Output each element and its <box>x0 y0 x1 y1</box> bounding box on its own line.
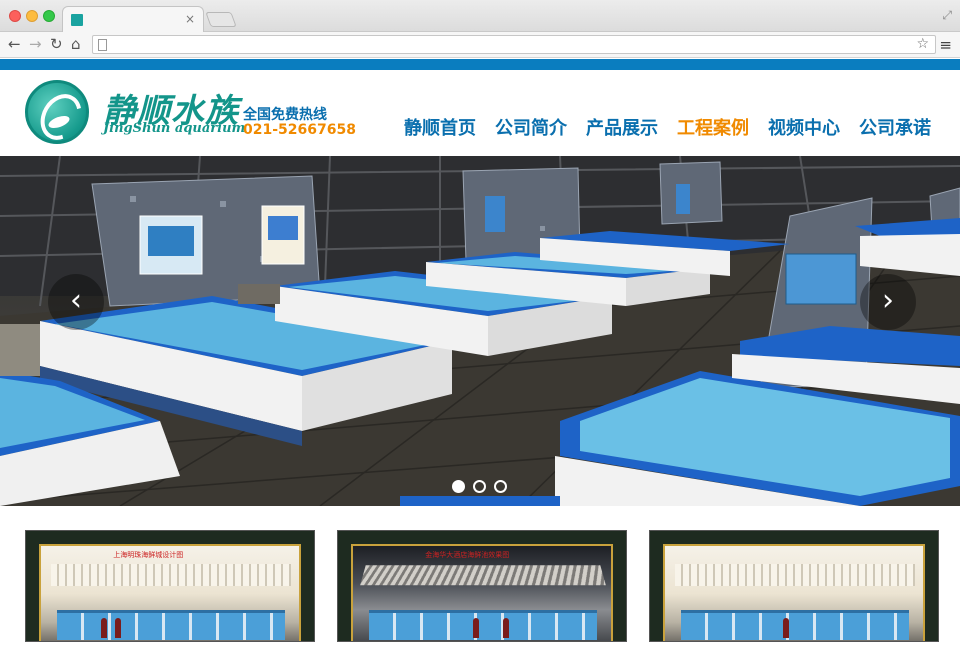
top-accent-bar <box>0 59 960 70</box>
case-image-2: 金海华大酒店海鲜池效果图 <box>351 544 613 641</box>
nav-about[interactable]: 公司简介 <box>495 114 567 140</box>
new-tab-button[interactable] <box>205 12 237 27</box>
person-graphic <box>473 618 479 638</box>
case-thumbnail-1[interactable]: 上海明珠海鲜城设计图 <box>25 530 315 642</box>
carousel-dot-3[interactable] <box>494 480 507 493</box>
person-graphic <box>503 618 509 638</box>
person-graphic <box>101 618 107 638</box>
ceiling-graphic <box>675 564 915 586</box>
person-graphic <box>783 618 789 638</box>
ceiling-graphic <box>51 564 291 586</box>
logo-fish-icon[interactable] <box>25 80 89 144</box>
minimize-window-button[interactable] <box>26 10 38 22</box>
case-thumbnail-3[interactable] <box>649 530 939 642</box>
browser-toolbar: ← → ↻ ⌂ ☆ ≡ <box>0 32 960 58</box>
case-caption-1: 上海明珠海鲜城设计图 <box>113 551 184 559</box>
forward-icon[interactable]: → <box>29 36 42 52</box>
tanks-graphic <box>57 610 285 640</box>
zoom-window-button[interactable] <box>43 10 55 22</box>
hero-banner: ‹ › <box>0 156 960 506</box>
carousel-dot-1[interactable] <box>452 480 465 493</box>
tab-close-icon[interactable]: × <box>185 12 195 26</box>
close-window-button[interactable] <box>9 10 21 22</box>
tanks-graphic <box>369 610 597 640</box>
case-thumbnail-2[interactable]: 金海华大酒店海鲜池效果图 <box>337 530 627 642</box>
hotline-label: 全国免费热线 <box>243 107 327 123</box>
back-icon[interactable]: ← <box>8 36 21 52</box>
logo-english-name[interactable]: JingShun aquarium <box>103 121 245 136</box>
aquarium-showroom-image <box>0 156 960 506</box>
favicon-icon <box>71 14 83 26</box>
nav-videos[interactable]: 视频中心 <box>768 114 840 140</box>
page-icon <box>98 39 107 51</box>
tanks-graphic <box>681 610 909 640</box>
nav-promise[interactable]: 公司承诺 <box>859 114 931 140</box>
carousel-indicators <box>452 480 515 493</box>
home-icon[interactable]: ⌂ <box>71 36 81 52</box>
person-graphic <box>115 618 121 638</box>
nav-cases[interactable]: 工程案例 <box>677 114 749 140</box>
browser-menu-icon[interactable]: ≡ <box>939 36 952 54</box>
case-image-3 <box>663 544 925 641</box>
browser-tab[interactable]: × <box>62 6 204 33</box>
hotline-number: 021-52667658 <box>243 122 356 138</box>
carousel-prev-button[interactable]: ‹ <box>48 274 104 330</box>
bookmark-star-icon[interactable]: ☆ <box>916 36 929 52</box>
carousel-next-button[interactable]: › <box>860 274 916 330</box>
address-bar[interactable]: ☆ <box>92 35 936 54</box>
case-image-1: 上海明珠海鲜城设计图 <box>39 544 301 641</box>
ceiling-graphic <box>360 565 606 586</box>
case-caption-2: 金海华大酒店海鲜池效果图 <box>425 551 510 559</box>
nav-products[interactable]: 产品展示 <box>586 114 658 140</box>
nav-home[interactable]: 静顺首页 <box>404 114 476 140</box>
browser-titlebar: × ⤢ <box>0 0 960 33</box>
main-nav: 静顺首页 公司简介 产品展示 工程案例 视频中心 公司承诺 <box>404 114 931 140</box>
fullscreen-icon[interactable]: ⤢ <box>942 8 952 23</box>
reload-icon[interactable]: ↻ <box>50 36 63 52</box>
carousel-dot-2[interactable] <box>473 480 486 493</box>
site-header: 静顺水族 JingShun aquarium 全国免费热线 021-526676… <box>0 70 960 156</box>
